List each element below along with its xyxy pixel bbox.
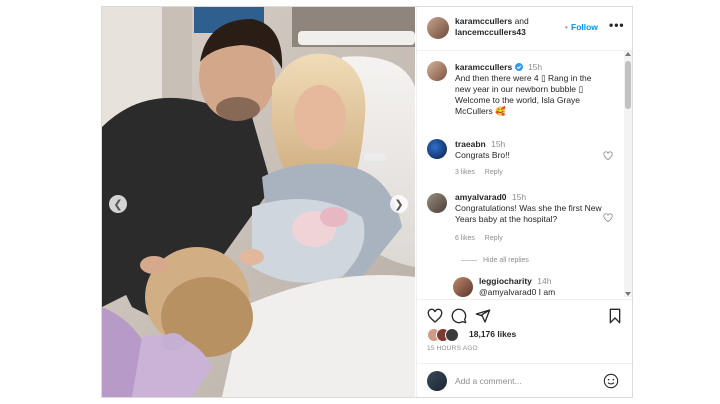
comment-username[interactable]: traeabn bbox=[455, 139, 486, 149]
likes-summary[interactable]: 18,176 likes bbox=[427, 327, 627, 343]
reply-button[interactable]: Reply bbox=[485, 169, 503, 176]
replier-avatar[interactable] bbox=[453, 277, 473, 297]
comment-username[interactable]: amyalvarad0 bbox=[455, 192, 507, 202]
comment-meta: 3 likes Reply bbox=[455, 169, 511, 176]
comments-list: karamccullers 15h And then there were 4 … bbox=[417, 51, 625, 297]
comment-time: 15h bbox=[491, 139, 506, 149]
comment-text: Congratulations! Was she the first New Y… bbox=[455, 203, 602, 224]
caption-username[interactable]: karamccullers bbox=[455, 62, 512, 72]
liker-avatar bbox=[445, 328, 459, 342]
post-actions bbox=[417, 299, 633, 329]
current-user-avatar bbox=[427, 371, 447, 391]
likes-count-text[interactable]: 18,176 likes bbox=[469, 329, 516, 339]
reply-time: 14h bbox=[537, 276, 552, 286]
like-comment-heart-icon[interactable] bbox=[603, 151, 613, 161]
add-comment-input[interactable] bbox=[455, 373, 595, 389]
reply-username[interactable]: leggiocharity bbox=[479, 276, 532, 286]
scroll-thumb[interactable] bbox=[625, 61, 631, 109]
verified-icon bbox=[514, 63, 523, 71]
heart-icon[interactable] bbox=[427, 308, 443, 324]
comment-icon[interactable] bbox=[451, 308, 467, 324]
comment-likes[interactable]: 3 likes bbox=[455, 169, 475, 176]
comments-scrollbar[interactable] bbox=[624, 51, 632, 297]
like-comment-heart-icon[interactable] bbox=[603, 213, 613, 223]
author-username-1[interactable]: karamccullers bbox=[455, 16, 512, 26]
header-separator: • bbox=[565, 23, 568, 32]
post-timestamp[interactable]: 15 HOURS AGO bbox=[427, 345, 478, 352]
add-comment-bar bbox=[417, 363, 633, 397]
emoji-icon[interactable] bbox=[603, 373, 619, 389]
comment-meta: 6 likes Reply bbox=[455, 235, 511, 242]
scroll-down-arrow[interactable] bbox=[625, 292, 631, 296]
post-photo[interactable]: ❮ ❯ bbox=[102, 7, 415, 397]
comment-text: Congrats Bro!! bbox=[455, 150, 510, 160]
comment-body: amyalvarad0 15h Congratulations! Was she… bbox=[455, 192, 605, 225]
post-header: karamccullers and lancemccullers43 • Fol… bbox=[417, 7, 633, 51]
comment-item: amyalvarad0 15h Congratulations! Was she… bbox=[417, 191, 625, 247]
post-sidebar: karamccullers and lancemccullers43 • Fol… bbox=[416, 7, 633, 397]
more-options-button[interactable]: ••• bbox=[609, 18, 625, 32]
comment-item: traeabn 15h Congrats Bro!! 3 likes Reply bbox=[417, 137, 625, 181]
comment-likes[interactable]: 6 likes bbox=[455, 235, 475, 242]
caption-text: And then there were 4 ▯ Rang in the new … bbox=[455, 73, 592, 116]
chevron-left-icon: ❮ bbox=[113, 198, 123, 211]
follow-button[interactable]: Follow bbox=[571, 22, 598, 32]
reply-item: leggiocharity 14h @amyalvarad0 I am bbox=[417, 275, 625, 297]
post-authors: karamccullers and lancemccullers43 bbox=[455, 16, 565, 38]
comment-time: 15h bbox=[511, 192, 527, 202]
comment-body: traeabn 15h Congrats Bro!! bbox=[455, 139, 605, 161]
previous-photo-button[interactable]: ❮ bbox=[109, 195, 127, 213]
caption-body: karamccullers 15h And then there were 4 … bbox=[455, 62, 605, 117]
commenter-avatar[interactable] bbox=[427, 193, 447, 213]
reply-button[interactable]: Reply bbox=[485, 235, 503, 242]
instagram-post: ❮ ❯ karamccullers and lancemccullers43 •… bbox=[101, 6, 633, 398]
caption-avatar[interactable] bbox=[427, 61, 447, 81]
reply-body: leggiocharity 14h @amyalvarad0 I am bbox=[479, 276, 609, 297]
hide-replies-button[interactable]: Hide all replies bbox=[461, 257, 529, 264]
chevron-right-icon: ❯ bbox=[394, 198, 404, 211]
authors-conjunction: and bbox=[514, 16, 529, 26]
scroll-up-arrow[interactable] bbox=[625, 52, 631, 56]
share-icon[interactable] bbox=[475, 308, 491, 324]
bookmark-icon[interactable] bbox=[607, 308, 623, 324]
post-photo-image bbox=[102, 7, 415, 397]
next-photo-button[interactable]: ❯ bbox=[390, 195, 408, 213]
commenter-avatar[interactable] bbox=[427, 139, 447, 159]
author-avatar[interactable] bbox=[427, 17, 449, 39]
caption-time: 15h bbox=[527, 62, 543, 72]
likes-count: 18,176 likes bbox=[469, 329, 516, 339]
caption: karamccullers 15h And then there were 4 … bbox=[417, 61, 625, 133]
reply-text: @amyalvarad0 I am bbox=[479, 287, 556, 297]
author-username-2[interactable]: lancemccullers43 bbox=[455, 27, 526, 37]
